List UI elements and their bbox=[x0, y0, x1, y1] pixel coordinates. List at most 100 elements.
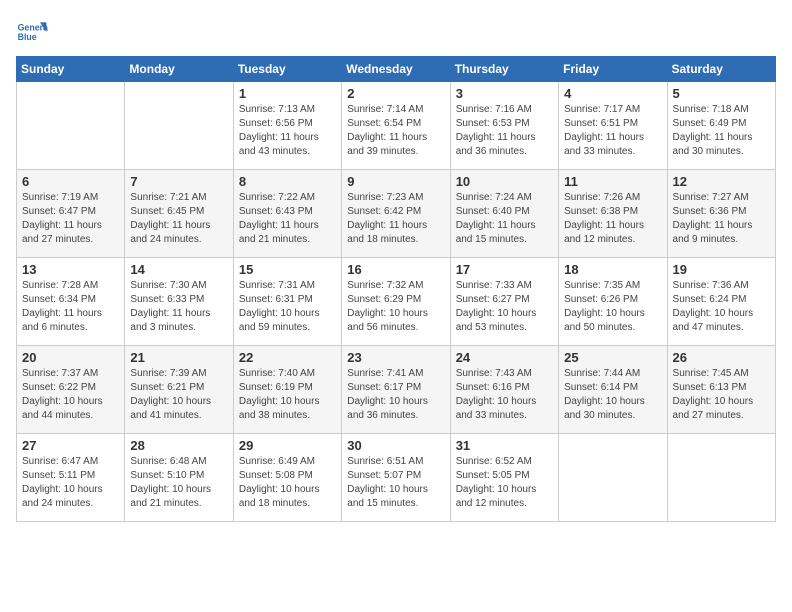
day-info: Sunrise: 7:26 AM Sunset: 6:38 PM Dayligh… bbox=[564, 191, 661, 247]
calendar-cell bbox=[559, 434, 667, 522]
calendar-cell: 26 Sunrise: 7:45 AM Sunset: 6:13 PM Dayli… bbox=[667, 346, 775, 434]
day-number: 31 bbox=[456, 438, 553, 453]
day-info: Sunrise: 7:17 AM Sunset: 6:51 PM Dayligh… bbox=[564, 103, 661, 159]
day-info: Sunrise: 6:49 AM Sunset: 5:08 PM Dayligh… bbox=[239, 455, 336, 511]
day-info: Sunrise: 7:32 AM Sunset: 6:29 PM Dayligh… bbox=[347, 279, 444, 335]
calendar-cell: 5 Sunrise: 7:18 AM Sunset: 6:49 PM Daylig… bbox=[667, 82, 775, 170]
calendar-cell: 24 Sunrise: 7:43 AM Sunset: 6:16 PM Dayli… bbox=[450, 346, 558, 434]
day-number: 25 bbox=[564, 350, 661, 365]
calendar-week-row: 27 Sunrise: 6:47 AM Sunset: 5:11 PM Dayli… bbox=[17, 434, 776, 522]
day-number: 11 bbox=[564, 174, 661, 189]
day-info: Sunrise: 6:47 AM Sunset: 5:11 PM Dayligh… bbox=[22, 455, 119, 511]
calendar-cell: 23 Sunrise: 7:41 AM Sunset: 6:17 PM Dayli… bbox=[342, 346, 450, 434]
calendar-cell: 15Sunrise: 7:31 AM Sunset: 6:31 PM Dayli… bbox=[233, 258, 341, 346]
calendar-cell: 29 Sunrise: 6:49 AM Sunset: 5:08 PM Dayli… bbox=[233, 434, 341, 522]
day-info: Sunrise: 6:48 AM Sunset: 5:10 PM Dayligh… bbox=[130, 455, 227, 511]
calendar-cell: 12 Sunrise: 7:27 AM Sunset: 6:36 PM Dayli… bbox=[667, 170, 775, 258]
calendar-cell: 17Sunrise: 7:33 AM Sunset: 6:27 PM Dayli… bbox=[450, 258, 558, 346]
day-number: 27 bbox=[22, 438, 119, 453]
calendar-cell: 16 Sunrise: 7:32 AM Sunset: 6:29 PM Dayli… bbox=[342, 258, 450, 346]
calendar-week-row: 6 Sunrise: 7:19 AM Sunset: 6:47 PM Daylig… bbox=[17, 170, 776, 258]
calendar-cell: 10 Sunrise: 7:24 AM Sunset: 6:40 PM Dayli… bbox=[450, 170, 558, 258]
day-number: 29 bbox=[239, 438, 336, 453]
day-number: 8 bbox=[239, 174, 336, 189]
calendar-cell: 11 Sunrise: 7:26 AM Sunset: 6:38 PM Dayli… bbox=[559, 170, 667, 258]
calendar-header-row: SundayMondayTuesdayWednesdayThursdayFrid… bbox=[17, 57, 776, 82]
day-number: 20 bbox=[22, 350, 119, 365]
day-info: Sunrise: 7:40 AM Sunset: 6:19 PM Dayligh… bbox=[239, 367, 336, 423]
day-number: 18 bbox=[564, 262, 661, 277]
day-info: Sunrise: 7:37 AM Sunset: 6:22 PM Dayligh… bbox=[22, 367, 119, 423]
day-info: Sunrise: 7:27 AM Sunset: 6:36 PM Dayligh… bbox=[673, 191, 770, 247]
calendar-cell: 19Sunrise: 7:36 AM Sunset: 6:24 PM Dayli… bbox=[667, 258, 775, 346]
day-info: Sunrise: 7:28 AM Sunset: 6:34 PM Dayligh… bbox=[22, 279, 119, 335]
calendar-cell: 22 Sunrise: 7:40 AM Sunset: 6:19 PM Dayli… bbox=[233, 346, 341, 434]
logo-icon: General Blue bbox=[16, 16, 48, 48]
day-number: 16 bbox=[347, 262, 444, 277]
day-number: 7 bbox=[130, 174, 227, 189]
day-number: 28 bbox=[130, 438, 227, 453]
page-header: General Blue bbox=[16, 16, 776, 48]
day-info: Sunrise: 7:35 AM Sunset: 6:26 PM Dayligh… bbox=[564, 279, 661, 335]
day-number: 22 bbox=[239, 350, 336, 365]
day-info: Sunrise: 7:22 AM Sunset: 6:43 PM Dayligh… bbox=[239, 191, 336, 247]
calendar-cell: 1 Sunrise: 7:13 AM Sunset: 6:56 PM Daylig… bbox=[233, 82, 341, 170]
calendar-cell: 20 Sunrise: 7:37 AM Sunset: 6:22 PM Dayli… bbox=[17, 346, 125, 434]
day-of-week-header: Thursday bbox=[450, 57, 558, 82]
calendar-cell: 13Sunrise: 7:28 AM Sunset: 6:34 PM Dayli… bbox=[17, 258, 125, 346]
calendar-cell: 4 Sunrise: 7:17 AM Sunset: 6:51 PM Daylig… bbox=[559, 82, 667, 170]
day-number: 10 bbox=[456, 174, 553, 189]
day-info: Sunrise: 7:33 AM Sunset: 6:27 PM Dayligh… bbox=[456, 279, 553, 335]
day-number: 5 bbox=[673, 86, 770, 101]
day-info: Sunrise: 7:16 AM Sunset: 6:53 PM Dayligh… bbox=[456, 103, 553, 159]
day-number: 21 bbox=[130, 350, 227, 365]
calendar-cell bbox=[125, 82, 233, 170]
day-of-week-header: Sunday bbox=[17, 57, 125, 82]
day-info: Sunrise: 7:21 AM Sunset: 6:45 PM Dayligh… bbox=[130, 191, 227, 247]
day-info: Sunrise: 7:45 AM Sunset: 6:13 PM Dayligh… bbox=[673, 367, 770, 423]
calendar-cell: 27 Sunrise: 6:47 AM Sunset: 5:11 PM Dayli… bbox=[17, 434, 125, 522]
day-info: Sunrise: 7:18 AM Sunset: 6:49 PM Dayligh… bbox=[673, 103, 770, 159]
logo: General Blue bbox=[16, 16, 52, 48]
day-number: 24 bbox=[456, 350, 553, 365]
day-info: Sunrise: 7:14 AM Sunset: 6:54 PM Dayligh… bbox=[347, 103, 444, 159]
day-info: Sunrise: 7:23 AM Sunset: 6:42 PM Dayligh… bbox=[347, 191, 444, 247]
day-number: 12 bbox=[673, 174, 770, 189]
calendar-table: SundayMondayTuesdayWednesdayThursdayFrid… bbox=[16, 56, 776, 522]
calendar-cell: 28 Sunrise: 6:48 AM Sunset: 5:10 PM Dayli… bbox=[125, 434, 233, 522]
day-number: 6 bbox=[22, 174, 119, 189]
day-info: Sunrise: 7:39 AM Sunset: 6:21 PM Dayligh… bbox=[130, 367, 227, 423]
calendar-cell: 9Sunrise: 7:23 AM Sunset: 6:42 PM Daylig… bbox=[342, 170, 450, 258]
day-info: Sunrise: 7:43 AM Sunset: 6:16 PM Dayligh… bbox=[456, 367, 553, 423]
calendar-cell: 30Sunrise: 6:51 AM Sunset: 5:07 PM Dayli… bbox=[342, 434, 450, 522]
calendar-cell bbox=[17, 82, 125, 170]
day-of-week-header: Tuesday bbox=[233, 57, 341, 82]
day-info: Sunrise: 7:30 AM Sunset: 6:33 PM Dayligh… bbox=[130, 279, 227, 335]
day-number: 4 bbox=[564, 86, 661, 101]
day-number: 1 bbox=[239, 86, 336, 101]
calendar-cell: 6 Sunrise: 7:19 AM Sunset: 6:47 PM Daylig… bbox=[17, 170, 125, 258]
day-of-week-header: Saturday bbox=[667, 57, 775, 82]
day-info: Sunrise: 6:52 AM Sunset: 5:05 PM Dayligh… bbox=[456, 455, 553, 511]
day-info: Sunrise: 6:51 AM Sunset: 5:07 PM Dayligh… bbox=[347, 455, 444, 511]
day-number: 3 bbox=[456, 86, 553, 101]
calendar-cell: 31 Sunrise: 6:52 AM Sunset: 5:05 PM Dayli… bbox=[450, 434, 558, 522]
calendar-cell: 14Sunrise: 7:30 AM Sunset: 6:33 PM Dayli… bbox=[125, 258, 233, 346]
day-info: Sunrise: 7:31 AM Sunset: 6:31 PM Dayligh… bbox=[239, 279, 336, 335]
day-info: Sunrise: 7:41 AM Sunset: 6:17 PM Dayligh… bbox=[347, 367, 444, 423]
calendar-week-row: 20 Sunrise: 7:37 AM Sunset: 6:22 PM Dayli… bbox=[17, 346, 776, 434]
calendar-cell: 25 Sunrise: 7:44 AM Sunset: 6:14 PM Dayli… bbox=[559, 346, 667, 434]
calendar-week-row: 1 Sunrise: 7:13 AM Sunset: 6:56 PM Daylig… bbox=[17, 82, 776, 170]
day-info: Sunrise: 7:24 AM Sunset: 6:40 PM Dayligh… bbox=[456, 191, 553, 247]
calendar-cell: 8 Sunrise: 7:22 AM Sunset: 6:43 PM Daylig… bbox=[233, 170, 341, 258]
day-number: 26 bbox=[673, 350, 770, 365]
day-number: 23 bbox=[347, 350, 444, 365]
day-info: Sunrise: 7:44 AM Sunset: 6:14 PM Dayligh… bbox=[564, 367, 661, 423]
day-info: Sunrise: 7:19 AM Sunset: 6:47 PM Dayligh… bbox=[22, 191, 119, 247]
day-info: Sunrise: 7:13 AM Sunset: 6:56 PM Dayligh… bbox=[239, 103, 336, 159]
calendar-cell: 2Sunrise: 7:14 AM Sunset: 6:54 PM Daylig… bbox=[342, 82, 450, 170]
day-of-week-header: Monday bbox=[125, 57, 233, 82]
calendar-cell: 7 Sunrise: 7:21 AM Sunset: 6:45 PM Daylig… bbox=[125, 170, 233, 258]
day-of-week-header: Friday bbox=[559, 57, 667, 82]
day-of-week-header: Wednesday bbox=[342, 57, 450, 82]
